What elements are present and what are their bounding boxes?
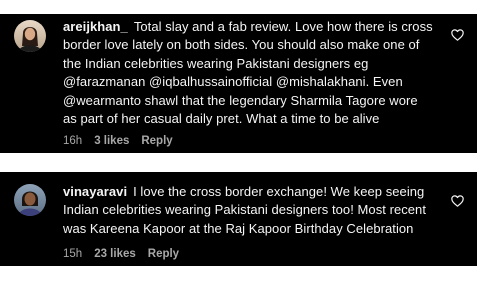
avatar-image [14,184,46,216]
comment-line: @wearmanto shawl that the legendary Shar… [63,92,418,108]
avatar[interactable] [14,184,46,216]
comment-line: was Kareena Kapoor at the Raj Kapoor Bir… [63,220,414,236]
comment-line: Indian celebrities wearing Pakistani des… [63,202,427,218]
comment-line: the Indian celebrities wearing Pakistani… [63,55,369,71]
heart-icon[interactable] [451,29,464,41]
comment-text: vinayaravi I love the cross border exchan… [63,183,443,238]
heart-icon[interactable] [451,195,464,207]
likes-count[interactable]: 3 likes [94,135,129,147]
comment-meta: 15h 23 likes Reply [63,248,179,260]
comment-username[interactable]: areijkhan_ [63,19,128,34]
comment-timestamp: 15h [63,248,83,260]
likes-count[interactable]: 23 likes [94,248,136,260]
comment-line: Total slay and a fab review. Love how th… [133,19,433,34]
comment-username[interactable]: vinayaravi [63,184,127,199]
comment-line: I love the cross border exchange! We kee… [133,184,425,199]
comment-line: as part of her casual daily pret. What a… [63,111,380,127]
reply-button[interactable]: Reply [148,248,179,260]
avatar-image [14,20,46,52]
comment-card: areijkhan_ Total slay and a fab review. L… [0,14,477,153]
comment-text: areijkhan_ Total slay and a fab review. L… [63,18,443,128]
comment-timestamp: 16h [63,135,83,147]
comment-line: @farazmanan @iqbalhussainofficial @misha… [63,74,403,90]
comment-meta: 16h 3 likes Reply [63,135,173,147]
comment-line: border love lately on both sides. You sh… [63,37,420,53]
comment-card: vinayaravi I love the cross border exchan… [0,172,477,266]
reply-button[interactable]: Reply [141,135,172,147]
avatar[interactable] [14,20,46,52]
